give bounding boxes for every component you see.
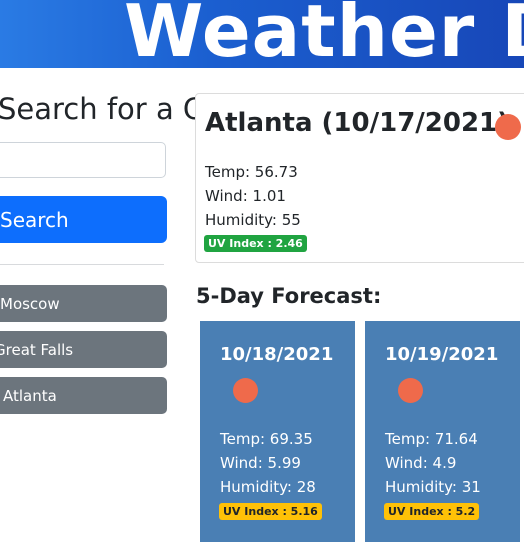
page-title: Weather Dashboard	[124, 0, 524, 68]
divider	[0, 264, 164, 265]
current-humidity: Humidity: 55	[205, 211, 301, 229]
forecast-uv-badge: UV Index : 5.16	[219, 503, 322, 520]
current-temp: Temp: 56.73	[205, 163, 298, 181]
forecast-card: 10/19/2021 Temp: 71.64 Wind: 4.9 Humidit…	[365, 321, 520, 542]
forecast-heading: 5-Day Forecast:	[196, 284, 382, 308]
city-search-input[interactable]	[0, 142, 166, 178]
forecast-temp: Temp: 69.35	[220, 430, 313, 448]
forecast-temp: Temp: 71.64	[385, 430, 478, 448]
forecast-humidity: Humidity: 31	[385, 478, 481, 496]
current-city-title: Atlanta (10/17/2021)	[205, 108, 510, 138]
history-button-atlanta[interactable]: Atlanta	[0, 377, 167, 414]
history-button-moscow[interactable]: Moscow	[0, 285, 167, 322]
history-button-great-falls[interactable]: Great Falls	[0, 331, 167, 368]
forecast-date: 10/19/2021	[385, 344, 499, 365]
page-header: Weather Dashboard	[0, 0, 524, 68]
sun-icon	[233, 378, 258, 403]
forecast-wind: Wind: 5.99	[220, 454, 301, 472]
sun-icon	[495, 114, 521, 140]
forecast-humidity: Humidity: 28	[220, 478, 316, 496]
uv-index-badge: UV Index : 2.46	[204, 235, 307, 252]
forecast-wind: Wind: 4.9	[385, 454, 457, 472]
sun-icon	[398, 378, 423, 403]
current-wind: Wind: 1.01	[205, 187, 286, 205]
search-button[interactable]: Search	[0, 196, 167, 243]
current-weather-card: Atlanta (10/17/2021) Temp: 56.73 Wind: 1…	[195, 93, 524, 263]
forecast-uv-badge: UV Index : 5.2	[384, 503, 480, 520]
forecast-date: 10/18/2021	[220, 344, 334, 365]
forecast-card: 10/18/2021 Temp: 69.35 Wind: 5.99 Humidi…	[200, 321, 355, 542]
